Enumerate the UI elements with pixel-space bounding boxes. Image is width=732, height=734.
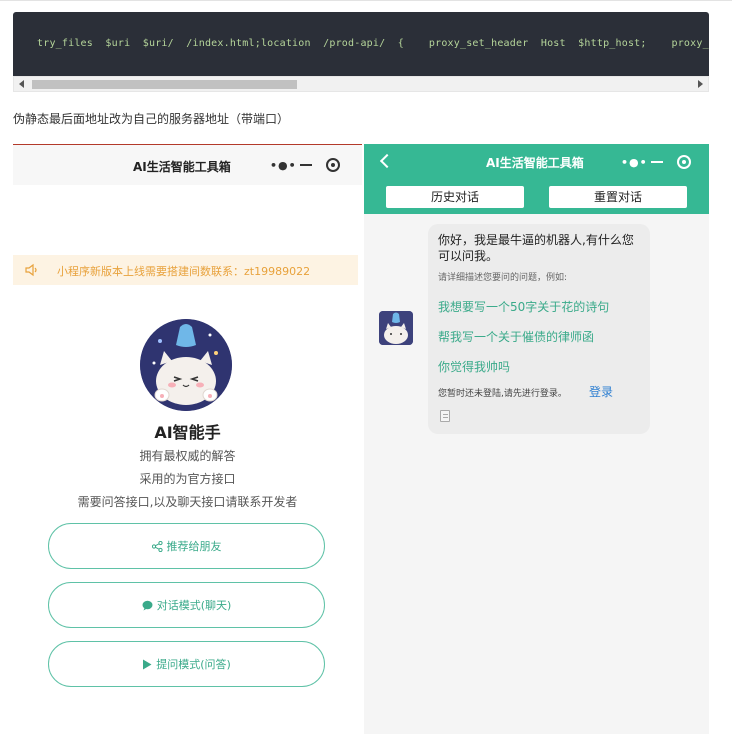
more-dots-icon[interactable]: •●• xyxy=(270,159,297,172)
caption-text: 伪静态最后面地址改为自己的服务器地址（带端口） xyxy=(13,112,290,126)
reset-chat-button[interactable]: 重置对话 xyxy=(549,186,687,208)
login-required-note: 您暂时还未登陆,请先进行登录。 xyxy=(438,389,567,399)
close-target-icon[interactable] xyxy=(326,158,340,172)
recommend-button-label: 推荐给朋友 xyxy=(166,540,222,553)
suggested-question-link[interactable]: 帮我写一个关于催债的律师函 xyxy=(438,328,594,345)
chat-mode-button[interactable]: 对话模式(聊天) xyxy=(48,582,325,628)
code-line: try_files $uri $uri/ /index.html;locatio… xyxy=(37,38,709,49)
code-block: try_files $uri $uri/ /index.html;locatio… xyxy=(13,12,709,76)
suggested-question-link[interactable]: 你觉得我帅吗 xyxy=(438,358,510,375)
chat-mode-button-label: 对话模式(聊天) xyxy=(156,599,232,612)
page-top-divider xyxy=(0,0,732,1)
left-nav-bar: AI生活智能工具箱 •●• xyxy=(13,145,362,185)
notice-text: 小程序新版本上线需要搭建间数联系：zt19989022 xyxy=(57,265,311,278)
recommend-to-friend-button[interactable]: 推荐给朋友 xyxy=(48,523,325,569)
close-target-icon[interactable] xyxy=(677,155,691,169)
scroll-left-arrow-icon[interactable] xyxy=(19,80,24,88)
play-icon xyxy=(143,659,152,669)
bot-greeting-text: 你好，我是最牛逼的机器人,有什么您可以问我。 xyxy=(438,233,634,263)
bot-description-line: 拥有最权威的解答 xyxy=(139,449,236,463)
back-arrow-icon[interactable] xyxy=(379,153,395,169)
bot-avatar-large xyxy=(140,319,232,411)
bot-description-line: 需要问答接口,以及聊天接口请联系开发者 xyxy=(77,495,298,509)
bot-message-bubble: 你好，我是最牛逼的机器人,有什么您可以问我。 请详细描述您要问的问题，例如: 我… xyxy=(428,224,650,434)
more-dots-icon[interactable]: •●• xyxy=(621,156,648,169)
horizontal-scrollbar[interactable] xyxy=(13,76,709,92)
bot-description-line: 采用的为官方接口 xyxy=(139,472,236,486)
cat-avatar-icon xyxy=(140,319,232,411)
right-nav-title: AI生活智能工具箱 xyxy=(486,156,584,170)
chat-bubble-icon xyxy=(142,600,153,610)
scrollbar-thumb[interactable] xyxy=(32,80,297,89)
copy-document-icon[interactable] xyxy=(440,410,450,422)
scroll-right-arrow-icon[interactable] xyxy=(698,80,703,88)
cat-avatar-icon xyxy=(379,311,413,345)
speaker-icon xyxy=(25,263,37,277)
right-nav-bar: AI生活智能工具箱 •●• 历史对话 重置对话 xyxy=(364,144,709,214)
qa-mode-button-label: 提问模式(问答) xyxy=(156,658,231,671)
left-capsule-menu: •●• xyxy=(258,151,354,179)
history-chat-button[interactable]: 历史对话 xyxy=(386,186,524,208)
qa-mode-button[interactable]: 提问模式(问答) xyxy=(48,641,325,687)
login-link[interactable]: 登录 xyxy=(589,383,613,400)
notice-bar: 小程序新版本上线需要搭建间数联系：zt19989022 xyxy=(13,255,358,285)
share-icon xyxy=(151,540,163,552)
right-capsule-menu: •●• xyxy=(609,148,705,176)
right-phone-screenshot: AI生活智能工具箱 •●• 历史对话 重置对话 你好，我是最牛逼的机器人,有什么… xyxy=(364,144,709,734)
left-nav-title: AI生活智能工具箱 xyxy=(133,160,231,174)
minimize-icon[interactable] xyxy=(300,164,312,166)
minimize-icon[interactable] xyxy=(651,161,663,163)
suggested-question-link[interactable]: 我想要写一个50字关于花的诗句 xyxy=(438,298,609,315)
bot-name: AI智能手 xyxy=(154,423,221,442)
left-phone-screenshot: AI生活智能工具箱 •●• 小程序新版本上线需要搭建间数联系：zt1998902… xyxy=(13,144,362,734)
code-block-container: try_files $uri $uri/ /index.html;locatio… xyxy=(13,12,709,92)
bot-hint-text: 请详细描述您要问的问题，例如: xyxy=(438,273,568,283)
chat-bot-avatar xyxy=(379,311,413,345)
